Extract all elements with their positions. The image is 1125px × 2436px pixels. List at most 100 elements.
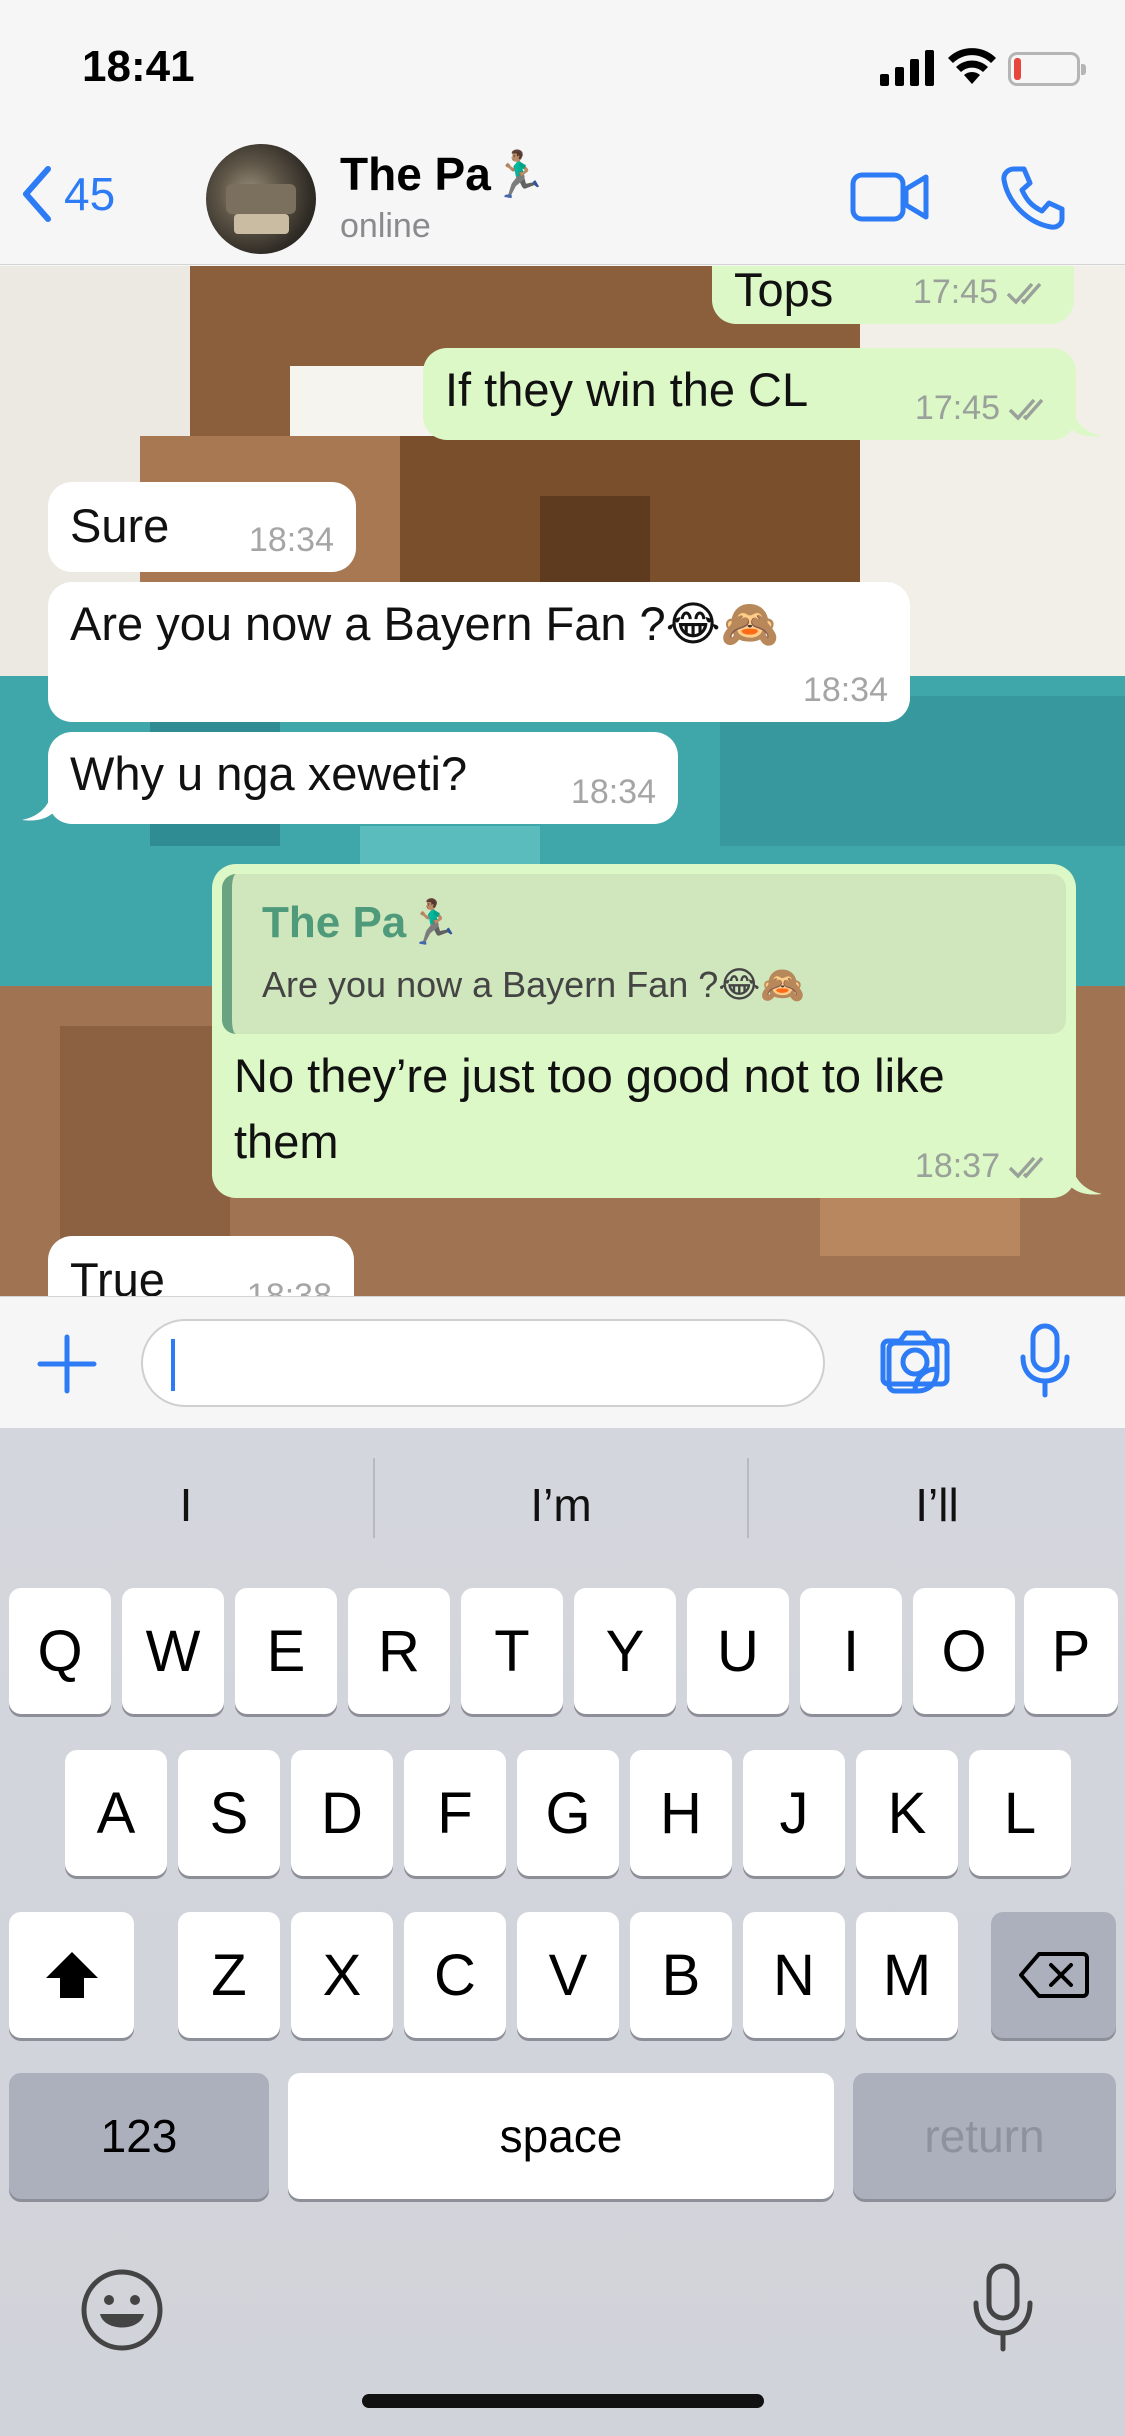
key-e[interactable]: E: [235, 1588, 337, 1714]
key-x[interactable]: X: [291, 1912, 393, 2038]
message-time: 18:38: [246, 1277, 332, 1296]
key-a[interactable]: A: [65, 1750, 167, 1876]
key-m[interactable]: M: [856, 1912, 958, 2038]
suggestion[interactable]: I’m: [375, 1478, 747, 1532]
home-indicator[interactable]: [362, 2394, 764, 2408]
message-incoming[interactable]: True 18:38: [48, 1236, 354, 1296]
camera-button[interactable]: [880, 1329, 950, 1392]
key-u[interactable]: U: [687, 1588, 789, 1714]
message-incoming[interactable]: Are you now a Bayern Fan ?😂🙈 18:34: [48, 582, 910, 722]
key-d[interactable]: D: [291, 1750, 393, 1876]
wifi-icon: [948, 48, 996, 91]
key-h[interactable]: H: [630, 1750, 732, 1876]
message-incoming[interactable]: Sure 18:34: [48, 482, 356, 572]
quoted-text: Are you now a Bayern Fan ?😂🙈: [262, 964, 806, 1005]
key-g[interactable]: G: [517, 1750, 619, 1876]
key-k[interactable]: K: [856, 1750, 958, 1876]
key-l[interactable]: L: [969, 1750, 1071, 1876]
suggestion[interactable]: I: [0, 1478, 372, 1532]
key-y[interactable]: Y: [574, 1588, 676, 1714]
chat-header: 45 The Pa🏃🏽‍♂️ online: [0, 135, 1125, 265]
message-time: 17:45: [914, 389, 1000, 427]
message-text: Are you now a Bayern Fan ?😂🙈: [70, 597, 780, 650]
key-i[interactable]: I: [800, 1588, 902, 1714]
bubble-tail: [22, 786, 54, 821]
phone-icon: [1001, 166, 1065, 230]
message-outgoing[interactable]: If they win the CL 17:45: [423, 348, 1076, 440]
back-button[interactable]: 45: [22, 165, 115, 223]
unread-count: 45: [64, 168, 116, 220]
quoted-sender: The Pa🏃🏽‍♂️: [262, 898, 462, 947]
key-n[interactable]: N: [743, 1912, 845, 2038]
space-key[interactable]: space: [288, 2073, 834, 2199]
camera-icon: [880, 1330, 950, 1387]
voice-note-button[interactable]: [1018, 1323, 1072, 1404]
message-time: 18:34: [248, 521, 334, 559]
message-outgoing-reply[interactable]: The Pa🏃🏽‍♂️ Are you now a Bayern Fan ?😂🙈…: [212, 864, 1076, 1198]
message-meta: 18:37: [915, 1147, 1054, 1186]
key-s[interactable]: S: [178, 1750, 280, 1876]
message-text: Sure: [70, 499, 170, 552]
double-check-icon: [1008, 398, 1044, 421]
key-c[interactable]: C: [404, 1912, 506, 2038]
return-key[interactable]: return: [853, 2073, 1116, 2199]
message-input[interactable]: [141, 1319, 940, 1407]
message-meta: 17:45: [913, 273, 1052, 312]
key-q[interactable]: Q: [9, 1588, 111, 1714]
microphone-icon: [973, 2263, 1033, 2352]
dictation-button[interactable]: [970, 2263, 1036, 2358]
message-time: 18:34: [570, 773, 656, 811]
quoted-message[interactable]: The Pa🏃🏽‍♂️ Are you now a Bayern Fan ?😂🙈: [222, 874, 1066, 1034]
double-check-icon: [1006, 282, 1042, 305]
chat-area[interactable]: Tops 17:45 If they win the CL 17:45 Sure…: [0, 266, 1125, 1296]
video-camera-icon: [850, 172, 929, 222]
shift-key[interactable]: [9, 1912, 134, 2038]
backspace-icon: [1018, 1952, 1089, 1998]
message-text: Tops: [734, 266, 834, 316]
bubble-tail: [1070, 402, 1102, 437]
attach-button[interactable]: [36, 1333, 98, 1400]
key-o[interactable]: O: [913, 1588, 1015, 1714]
key-v[interactable]: V: [517, 1912, 619, 2038]
emoji-keyboard-button[interactable]: [80, 2268, 164, 2357]
message-time: 18:34: [802, 671, 888, 709]
contact-avatar[interactable]: [206, 144, 316, 254]
message-text: True: [70, 1253, 165, 1296]
microphone-icon: [1020, 1323, 1070, 1398]
status-time: 18:41: [82, 42, 195, 91]
text-caret: [171, 1339, 175, 1391]
battery-icon: [1008, 52, 1086, 86]
message-meta: 17:45: [915, 389, 1054, 428]
keyboard: I I’m I’ll Q W E R T Y U I O P A S D F G…: [0, 1428, 1125, 2436]
predictive-bar: I I’m I’ll: [0, 1428, 1125, 1578]
contact-status: online: [340, 207, 431, 245]
double-check-icon: [1008, 1156, 1044, 1179]
message-text-line2: them: [234, 1115, 339, 1168]
message-incoming[interactable]: Why u nga xeweti? 18:34: [48, 732, 678, 824]
key-r[interactable]: R: [348, 1588, 450, 1714]
key-w[interactable]: W: [122, 1588, 224, 1714]
message-input-bar: [0, 1296, 1125, 1428]
contact-name[interactable]: The Pa🏃🏽‍♂️: [340, 147, 548, 202]
message-outgoing[interactable]: Tops 17:45: [712, 266, 1074, 324]
emoji-icon: [81, 2269, 163, 2351]
key-t[interactable]: T: [461, 1588, 563, 1714]
status-bar: 18:41: [0, 0, 1125, 135]
video-call-button[interactable]: [850, 167, 930, 232]
key-f[interactable]: F: [404, 1750, 506, 1876]
message-text: If they win the CL: [445, 363, 809, 416]
delete-key[interactable]: [991, 1912, 1116, 2038]
key-b[interactable]: B: [630, 1912, 732, 2038]
message-time: 17:45: [912, 273, 998, 311]
shift-arrow-icon: [45, 1952, 98, 1998]
plus-icon: [37, 1334, 97, 1394]
message-text-line1: No they’re just too good not to like: [234, 1049, 945, 1102]
suggestion[interactable]: I’ll: [751, 1478, 1123, 1532]
voice-call-button[interactable]: [1000, 165, 1066, 236]
key-j[interactable]: J: [743, 1750, 845, 1876]
key-z[interactable]: Z: [178, 1912, 280, 2038]
key-p[interactable]: P: [1024, 1588, 1118, 1714]
suggestion-divider: [747, 1458, 749, 1538]
message-time: 18:37: [914, 1147, 1000, 1185]
numbers-key[interactable]: 123: [9, 2073, 269, 2199]
